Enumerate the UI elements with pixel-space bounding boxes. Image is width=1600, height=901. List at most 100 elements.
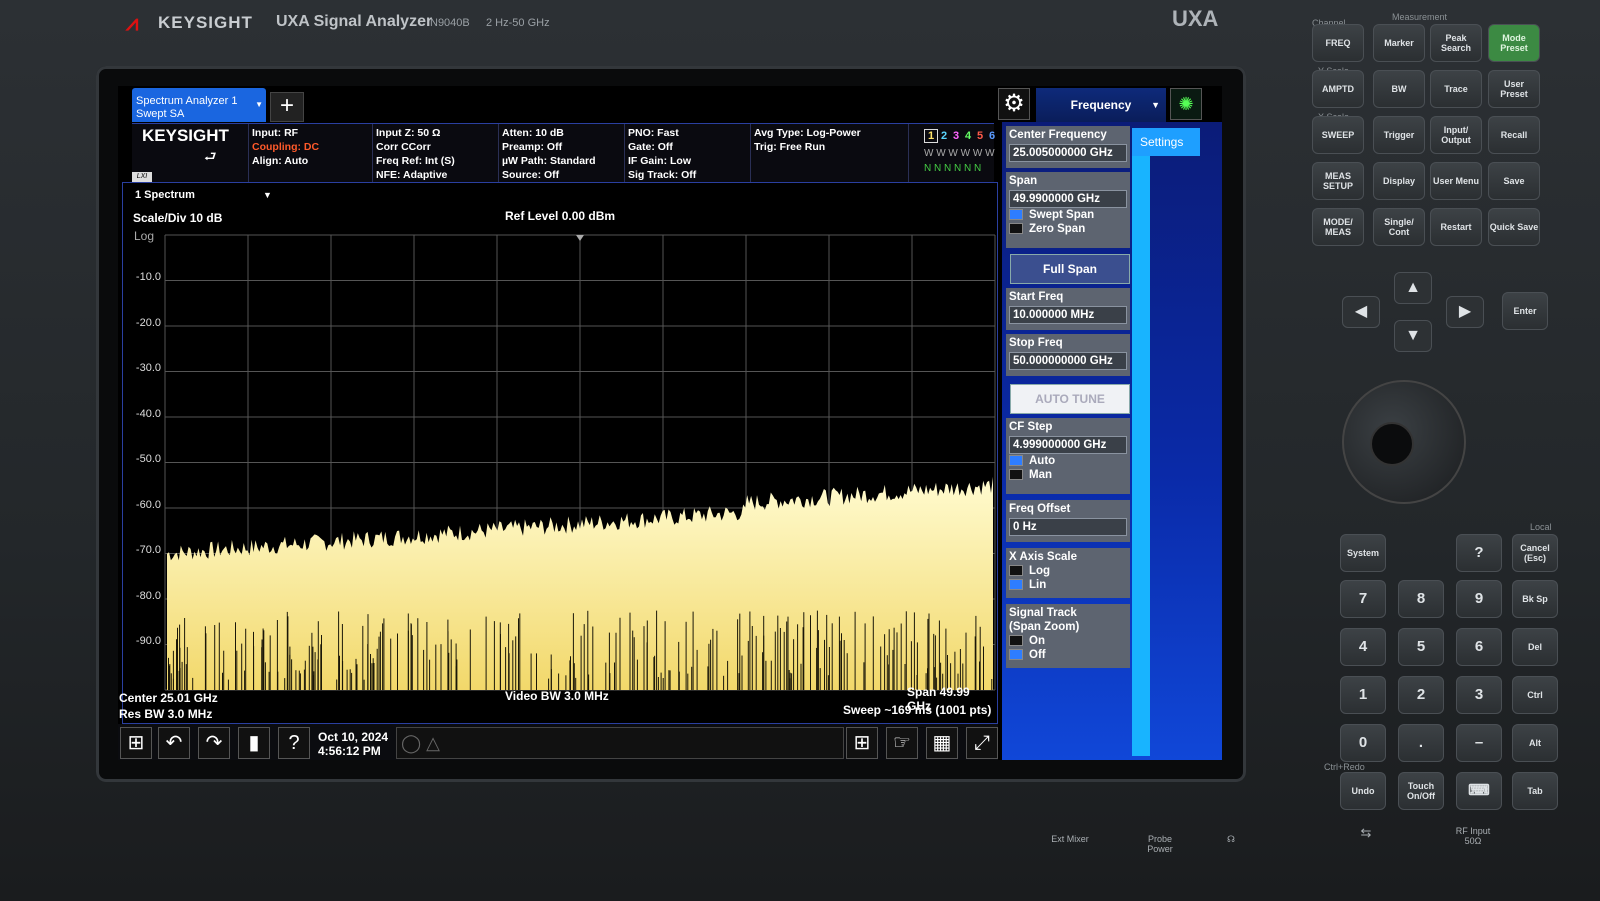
trace-number-3[interactable]: 3 <box>950 130 962 142</box>
cf-step-input[interactable]: 4.999000000 GHz <box>1009 436 1127 454</box>
tab-spectrum-analyzer[interactable]: Spectrum Analyzer 1 Swept SA ▼ <box>132 88 266 122</box>
zoom-icon[interactable]: ⤢ <box>966 727 998 759</box>
key-dot[interactable]: . <box>1398 724 1444 762</box>
add-tab-button[interactable]: + <box>270 92 304 122</box>
display-key[interactable]: Display <box>1373 162 1425 200</box>
freq-offset-input[interactable]: 0 Hz <box>1009 518 1127 536</box>
trace-number-1[interactable]: 1 <box>924 129 938 143</box>
key-minus[interactable]: – <box>1456 724 1502 762</box>
meas-setup-key[interactable]: MEAS SETUP <box>1312 162 1364 200</box>
trace-number-6[interactable]: 6 <box>986 130 998 142</box>
single-cont-key[interactable]: Single/ Cont <box>1373 208 1425 246</box>
peak-search-key[interactable]: Peak Search <box>1430 24 1482 62</box>
key-4[interactable]: 4 <box>1340 628 1386 666</box>
arrow-down-icon[interactable]: ▼ <box>1394 320 1432 352</box>
x-log-option[interactable]: Log <box>1009 564 1127 578</box>
key-0[interactable]: 0 <box>1340 724 1386 762</box>
bw-key[interactable]: BW <box>1373 70 1425 108</box>
cf-auto-option[interactable]: Auto <box>1009 454 1127 468</box>
redo-icon[interactable]: ↷ <box>198 727 230 759</box>
key-8[interactable]: 8 <box>1398 580 1444 618</box>
auto-tune-button[interactable]: AUTO TUNE <box>1010 384 1130 414</box>
spectrum-window[interactable]: 1 Spectrum ▼ Scale/Div 10 dB Log Ref Lev… <box>119 182 998 724</box>
key-6[interactable]: 6 <box>1456 628 1502 666</box>
cancel-esc-key[interactable]: Cancel (Esc) <box>1512 534 1558 572</box>
touch-icon[interactable]: ☞ <box>886 727 918 759</box>
sigtrack-on-option[interactable]: On <box>1009 634 1127 648</box>
restart-key[interactable]: Restart <box>1430 208 1482 246</box>
arrow-right-icon[interactable]: ▶ <box>1446 296 1484 328</box>
x-axis-scale-control[interactable]: X Axis Scale Log Lin <box>1006 548 1130 598</box>
key-1[interactable]: 1 <box>1340 676 1386 714</box>
enter-key[interactable]: Enter <box>1502 292 1548 330</box>
menu-selector[interactable]: Frequency ▼ <box>1036 88 1166 122</box>
trace-key[interactable]: Trace <box>1430 70 1482 108</box>
amptd-key[interactable]: AMPTD <box>1312 70 1364 108</box>
user-menu-key[interactable]: User Menu <box>1430 162 1482 200</box>
freq-offset-control[interactable]: Freq Offset 0 Hz <box>1006 500 1130 542</box>
keyboard-icon[interactable]: ⌨ <box>1456 772 1502 810</box>
backspace-key[interactable]: Bk Sp <box>1512 580 1558 618</box>
uw-path-text: µW Path: Standard <box>502 155 596 167</box>
full-span-button[interactable]: Full Span <box>1010 254 1130 284</box>
alt-key[interactable]: Alt <box>1512 724 1558 762</box>
windows-icon[interactable]: ⊞ <box>120 727 152 759</box>
avg-type-text: Avg Type: Log-Power <box>754 127 861 139</box>
span-input[interactable]: 49.9900000 GHz <box>1009 190 1127 208</box>
marker-key[interactable]: Marker <box>1373 24 1425 62</box>
center-frequency-input[interactable]: 25.005000000 GHz <box>1009 144 1127 162</box>
delete-key[interactable]: Del <box>1512 628 1558 666</box>
key-2[interactable]: 2 <box>1398 676 1444 714</box>
start-freq-input[interactable]: 10.000000 MHz <box>1009 306 1127 324</box>
window-grid-icon[interactable]: ▦ <box>926 727 958 759</box>
x-lin-option[interactable]: Lin <box>1009 578 1127 592</box>
multiscreen-icon[interactable]: ⊞ <box>846 727 878 759</box>
center-frequency-control[interactable]: Center Frequency 25.005000000 GHz <box>1006 126 1130 168</box>
arrow-up-icon[interactable]: ▲ <box>1394 272 1432 304</box>
stop-freq-control[interactable]: Stop Freq 50.000000000 GHz <box>1006 334 1130 376</box>
trace-number-5[interactable]: 5 <box>974 130 986 142</box>
key-5[interactable]: 5 <box>1398 628 1444 666</box>
key-3[interactable]: 3 <box>1456 676 1502 714</box>
help-icon[interactable]: ? <box>278 727 310 759</box>
arrow-left-icon[interactable]: ◀ <box>1342 296 1380 328</box>
tab-key[interactable]: Tab <box>1512 772 1558 810</box>
message-box[interactable]: ◯ △ <box>396 727 844 759</box>
signal-track-control[interactable]: Signal Track (Span Zoom) On Off <box>1006 604 1130 668</box>
key-9[interactable]: 9 <box>1456 580 1502 618</box>
sweep-status-icon[interactable]: ✺ <box>1170 88 1202 120</box>
start-freq-control[interactable]: Start Freq 10.000000 MHz <box>1006 288 1130 330</box>
span-control[interactable]: Span 49.9900000 GHz Swept Span Zero Span <box>1006 172 1130 248</box>
gear-icon[interactable]: ⚙ <box>998 88 1030 120</box>
folder-icon[interactable]: ▮ <box>238 727 270 759</box>
quick-save-key[interactable]: Quick Save <box>1488 208 1540 246</box>
input-output-key[interactable]: Input/ Output <box>1430 116 1482 154</box>
trace-indicator[interactable]: 123456 W W W W W W N N N N N N <box>924 126 1008 180</box>
swept-span-option[interactable]: Swept Span <box>1009 208 1127 222</box>
spectrum-plot[interactable] <box>123 183 997 723</box>
trace-number-2[interactable]: 2 <box>938 130 950 142</box>
key-7[interactable]: 7 <box>1340 580 1386 618</box>
trigger-key[interactable]: Trigger <box>1373 116 1425 154</box>
user-preset-key[interactable]: User Preset <box>1488 70 1540 108</box>
cf-man-option[interactable]: Man <box>1009 468 1127 482</box>
zero-span-option[interactable]: Zero Span <box>1009 222 1127 236</box>
help-key[interactable]: ? <box>1456 534 1502 572</box>
undo-key[interactable]: Undo <box>1340 772 1386 810</box>
mode-preset-key[interactable]: Mode Preset <box>1488 24 1540 62</box>
tab-settings[interactable]: Settings <box>1132 128 1200 156</box>
cf-step-control[interactable]: CF Step 4.999000000 GHz Auto Man <box>1006 418 1130 494</box>
system-key[interactable]: System <box>1340 534 1386 572</box>
mode-meas-key[interactable]: MODE/ MEAS <box>1312 208 1364 246</box>
ctrl-key[interactable]: Ctrl <box>1512 676 1558 714</box>
trace-number-4[interactable]: 4 <box>962 130 974 142</box>
recall-key[interactable]: Recall <box>1488 116 1540 154</box>
freq-key[interactable]: FREQ <box>1312 24 1364 62</box>
touch-on-off-key[interactable]: Touch On/Off <box>1398 772 1444 810</box>
analyzer-screen: Spectrum Analyzer 1 Swept SA ▼ + ⚙ Frequ… <box>118 86 1222 760</box>
stop-freq-input[interactable]: 50.000000000 GHz <box>1009 352 1127 370</box>
undo-icon[interactable]: ↶ <box>158 727 190 759</box>
save-key[interactable]: Save <box>1488 162 1540 200</box>
sigtrack-off-option[interactable]: Off <box>1009 648 1127 662</box>
sweep-key[interactable]: SWEEP <box>1312 116 1364 154</box>
